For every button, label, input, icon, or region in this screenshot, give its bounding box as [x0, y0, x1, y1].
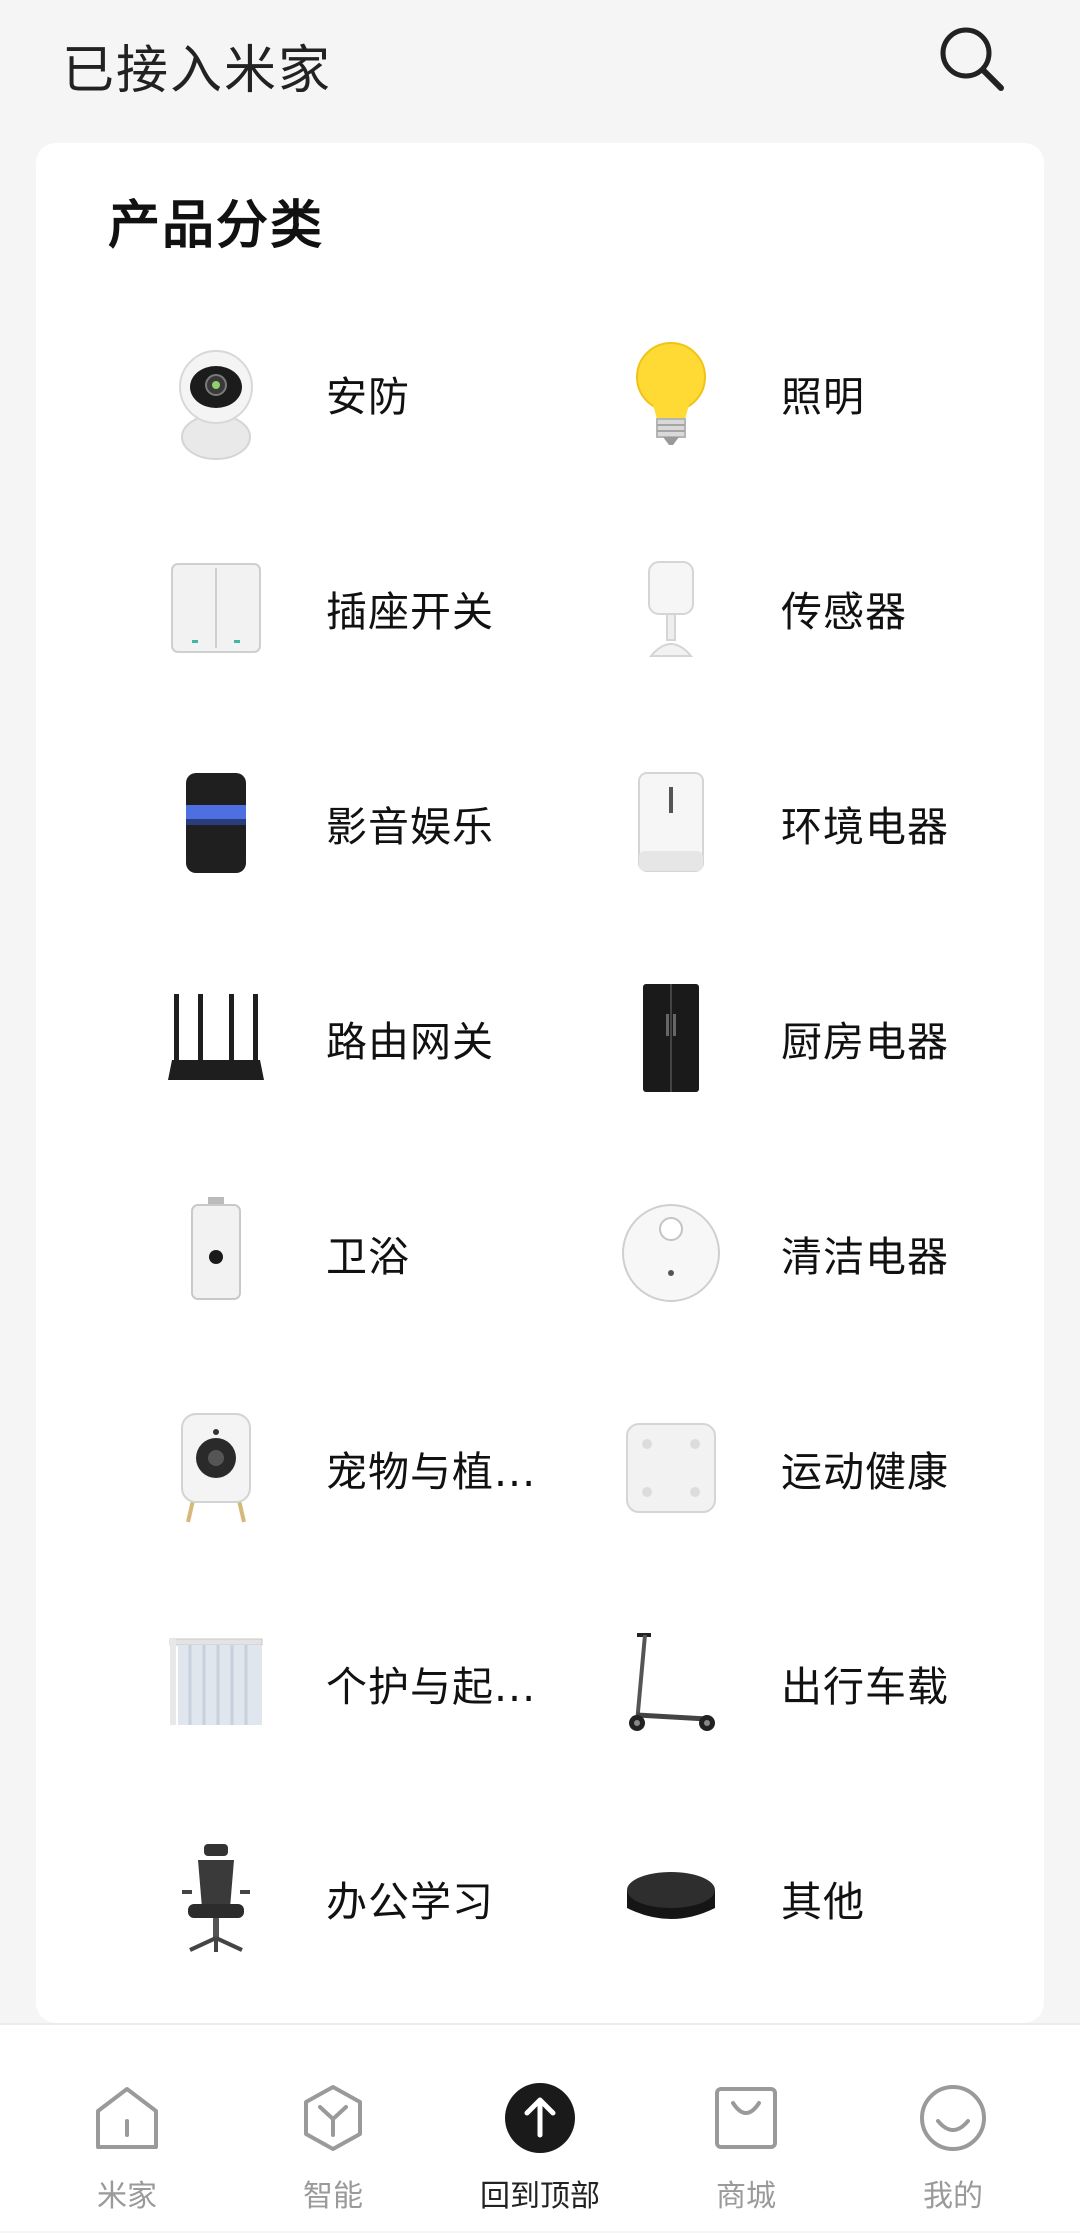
category-socket-switch[interactable]: 插座开关 [136, 528, 576, 688]
category-audio-video[interactable]: 影音娱乐 [136, 743, 576, 903]
nav-label: 米家 [97, 2179, 157, 2214]
nav-item-profile[interactable]: 我的 [850, 2025, 1056, 2233]
office-chair-icon [136, 1818, 296, 1978]
category-label: 安防 [326, 373, 410, 421]
router-icon [136, 958, 296, 1118]
category-kitchen[interactable]: 厨房电器 [591, 958, 1031, 1118]
category-label: 照明 [781, 373, 865, 421]
wall-switch-icon [136, 528, 296, 688]
nav-label: 回到顶部 [480, 2179, 600, 2214]
fridge-icon [591, 958, 751, 1118]
category-label: 插座开关 [326, 588, 494, 636]
category-other[interactable]: 其他 [591, 1818, 1031, 1978]
curtain-icon [136, 1603, 296, 1763]
smile-face-icon [920, 2085, 986, 2151]
nav-item-mall[interactable]: 商城 [643, 2025, 849, 2233]
search-button[interactable] [935, 22, 1009, 96]
category-label: 清洁电器 [781, 1233, 949, 1281]
category-label: 影音娱乐 [326, 803, 494, 851]
scooter-icon [591, 1603, 751, 1763]
category-personal-care[interactable]: 个护与起... [136, 1603, 576, 1763]
category-label: 个护与起... [326, 1663, 537, 1711]
humidifier-icon [591, 743, 751, 903]
category-cleaning[interactable]: 清洁电器 [591, 1173, 1031, 1333]
category-label: 办公学习 [326, 1878, 494, 1926]
bottom-navigation-bar: 米家 智能 回到顶部 商城 我的 [0, 2023, 1080, 2231]
ir-hub-icon [591, 1818, 751, 1978]
pet-camera-icon [136, 1388, 296, 1548]
nav-label: 智能 [303, 2179, 363, 2214]
category-lighting[interactable]: 照明 [591, 313, 1031, 473]
category-label: 宠物与植... [326, 1448, 537, 1496]
category-label: 传感器 [781, 588, 907, 636]
smart-cube-icon [304, 2085, 362, 2151]
category-label: 厨房电器 [781, 1018, 949, 1066]
category-label: 其他 [781, 1878, 865, 1926]
category-router-gateway[interactable]: 路由网关 [136, 958, 576, 1118]
category-sensor[interactable]: 传感器 [591, 528, 1031, 688]
category-label: 路由网关 [326, 1018, 494, 1066]
scale-icon [591, 1388, 751, 1548]
motion-sensor-icon [591, 528, 751, 688]
category-environment[interactable]: 环境电器 [591, 743, 1031, 903]
bulb-icon [591, 313, 751, 473]
category-sports-health[interactable]: 运动健康 [591, 1388, 1031, 1548]
speaker-icon [136, 743, 296, 903]
water-heater-icon [136, 1173, 296, 1333]
arrow-up-icon [505, 2083, 575, 2153]
page-title: 已接入米家 [62, 41, 333, 101]
nav-label: 商城 [716, 2179, 776, 2214]
nav-item-back-to-top[interactable]: 回到顶部 [437, 2025, 643, 2233]
top-header: 已接入米家 [0, 0, 1080, 140]
camera-icon [136, 313, 296, 473]
robot-vacuum-icon [591, 1173, 751, 1333]
section-title: 产品分类 [108, 196, 325, 256]
nav-item-home[interactable]: 米家 [24, 2025, 230, 2233]
shopping-bag-icon [715, 2087, 777, 2149]
nav-item-smart[interactable]: 智能 [230, 2025, 436, 2233]
category-label: 卫浴 [326, 1233, 410, 1281]
category-pet-plant[interactable]: 宠物与植... [136, 1388, 576, 1548]
category-label: 运动健康 [781, 1448, 949, 1496]
product-category-card: 产品分类 安防 照明 插座开关 传感器 影音娱乐 环境电器 路由网关 厨房电器 … [36, 143, 1044, 2023]
category-label: 环境电器 [781, 803, 949, 851]
category-travel-car[interactable]: 出行车载 [591, 1603, 1031, 1763]
category-label: 出行车载 [781, 1663, 949, 1711]
category-bathroom[interactable]: 卫浴 [136, 1173, 576, 1333]
home-icon [96, 2087, 158, 2149]
search-icon [940, 27, 1004, 91]
category-security[interactable]: 安防 [136, 313, 576, 473]
nav-label: 我的 [923, 2179, 983, 2214]
category-office-study[interactable]: 办公学习 [136, 1818, 576, 1978]
